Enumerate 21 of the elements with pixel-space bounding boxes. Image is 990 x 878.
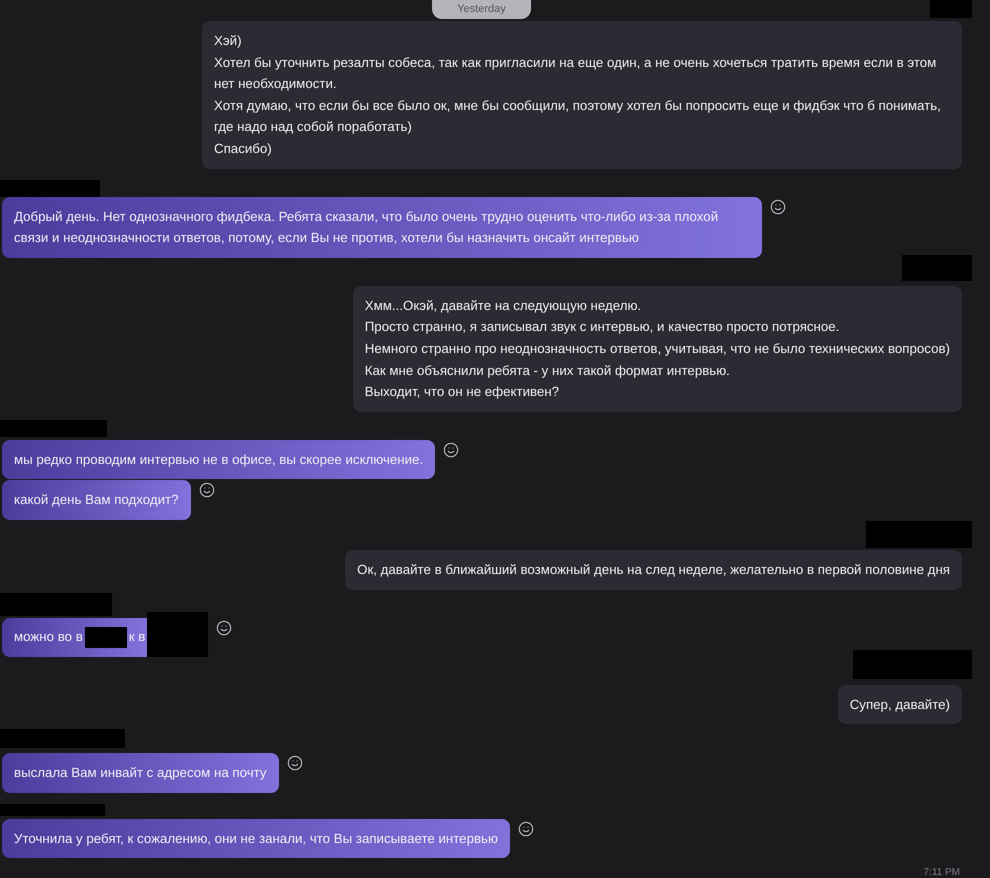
smiley-icon[interactable] — [770, 198, 786, 215]
smiley-icon[interactable] — [198, 482, 215, 498]
message-text: выслала Вам инвайт с адресом на почту — [14, 764, 267, 782]
message-text: Добрый день. Нет однозначного фидбека. Ребята сказали, что было очень трудно оценить что-либо из-за плохой связи и неоднозначности ответов, потому, если Вы не против, хотели бы назначить онсайт интервью — [14, 208, 720, 248]
message-text: Хэй) Хотел бы уточнить резалты собеса, так как пригласили на еще один, а не очень хочеться тратить время если в этом нет необходимости. Хотя думаю, что если бы все было ок, мне бы сообщили, поэтому хотел бы попросить еще и фидбэк что б понимать, где надо над собой поработать) Спасибо) — [214, 32, 942, 158]
timestamp: 7:11 PM — [924, 867, 961, 878]
message-text: какой день Вам подходит? — [14, 491, 179, 510]
message-text: мы редко проводим интервью не в офисе, вы скорее исключение. — [14, 450, 424, 469]
date-label: Yesterday — [432, 0, 531, 19]
message-text: Уточнила у ребят, к сожалению, они не занали, что Вы записываете интервью — [14, 830, 498, 848]
smiley-icon[interactable] — [286, 755, 303, 772]
redaction-block — [147, 612, 208, 656]
smiley-icon[interactable] — [518, 820, 534, 837]
message-text: Супер, давайте) — [850, 696, 950, 714]
smiley-icon[interactable] — [216, 620, 232, 636]
message-text: к в — [128, 628, 146, 646]
smiley-icon[interactable] — [443, 442, 460, 458]
message-text: можно во в — [14, 628, 83, 646]
message-text: Ок, давайте в ближайший возможный день на след неделе, желательно в первой половине дня — [357, 560, 950, 579]
message-text: Хмм...Окэй, давайте на следующую неделю. Просто странно, я записывал звук с интервью, и качество просто потрясное. Немного странно про неоднозначность ответов, учитывая, что не было технических вопросов) Как мне объяснили ребята - у них такой формат интервью. Выходит, что он не ефективен? — [364, 296, 950, 402]
redaction-block — [84, 626, 127, 648]
